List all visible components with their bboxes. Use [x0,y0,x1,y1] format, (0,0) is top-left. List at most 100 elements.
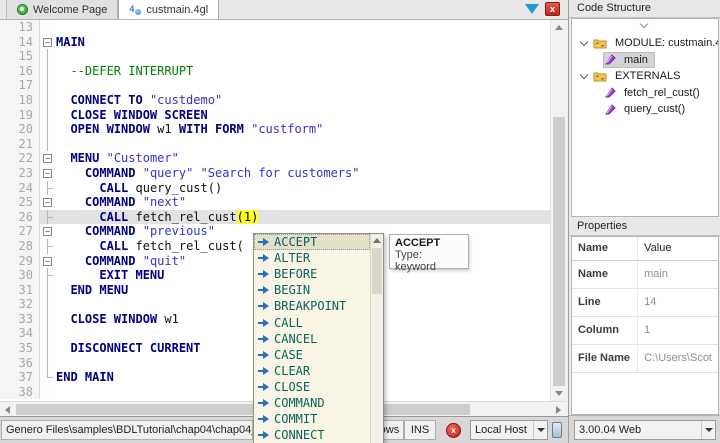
fold-collapse-icon[interactable]: − [43,257,52,266]
code-text[interactable]: CONNECT TO "custdemo" [56,93,565,108]
editor-line[interactable]: 26 CALL fetch_rel_cust(1) [0,210,565,225]
host-selector[interactable]: Local Host [470,420,548,440]
scroll-up-button[interactable] [371,234,383,247]
code-text[interactable] [56,20,565,35]
tab-custmain-4gl[interactable]: custmain.4gl [118,0,219,19]
tree-node-content[interactable]: EXTERNALS [592,69,686,83]
editor-line[interactable]: 14−MAIN [0,35,565,50]
editor-line[interactable]: 13 [0,20,565,35]
error-status-icon[interactable]: x [446,423,461,438]
code-segment: CONNECT TO [70,93,142,107]
scroll-up-button[interactable] [551,20,567,35]
tree-node[interactable]: fetch_rel_cust() [572,85,718,102]
code-text[interactable]: COMMAND "query" "Search for customers" [56,166,565,181]
version-selector[interactable]: 3.00.04 Web [574,420,716,440]
code-text[interactable]: MENU "Customer" [56,151,565,166]
tree-node-content[interactable]: query_cust() [604,102,691,116]
code-text[interactable] [56,49,565,64]
code-text[interactable] [56,78,565,93]
editor-line[interactable]: 22− MENU "Customer" [0,151,565,166]
close-tab-button[interactable]: x [545,2,560,16]
tree-node[interactable]: MODULE: custmain.4gl [572,35,718,52]
completion-item[interactable]: ALTER [254,250,370,266]
property-value-cell[interactable]: 1 [638,316,718,344]
tree-node[interactable]: EXTERNALS [572,68,718,85]
editor-line[interactable]: 24 CALL query_cust() [0,181,565,196]
fold-collapse-icon[interactable]: − [43,227,52,236]
completion-item[interactable]: COMMAND [254,395,370,411]
completion-item[interactable]: BEFORE [254,266,370,282]
completion-item[interactable]: CLEAR [254,363,370,379]
panel-collapse-icon[interactable] [641,21,648,28]
column-header-name: Name [572,237,638,260]
tree-node[interactable]: query_cust() [572,101,718,118]
completion-item[interactable]: CANCEL [254,331,370,347]
tree-node[interactable]: main [572,52,718,69]
fold-collapse-icon[interactable]: − [43,154,52,163]
code-text[interactable]: CALL fetch_rel_cust(1) [56,210,565,225]
fold-collapse-icon[interactable]: − [43,38,52,47]
code-text[interactable]: OPEN WINDOW w1 WITH FORM "custform" [56,122,565,137]
code-structure-header: Code Structure [569,0,720,18]
editor-line[interactable]: 21 [0,137,565,152]
device-icon[interactable] [552,422,562,438]
fold-toggle[interactable]: − [40,195,56,210]
code-text[interactable]: CALL query_cust() [56,181,565,196]
property-value-cell[interactable]: main [638,260,718,288]
completion-scrollbar[interactable] [370,234,383,443]
tree-expand-chevron-icon[interactable] [580,72,589,81]
scroll-right-button[interactable] [551,402,566,417]
code-text[interactable] [56,137,565,152]
completion-item[interactable]: BEGIN [254,282,370,298]
completion-tooltip: ACCEPT Type: keyword [389,234,469,269]
fold-collapse-icon[interactable]: − [43,198,52,207]
completion-item[interactable]: ACCEPT [254,234,370,250]
fold-toggle[interactable]: − [40,166,56,181]
editor-line[interactable]: 25− COMMAND "next" [0,195,565,210]
editor-line[interactable]: 17 [0,78,565,93]
tab-label: Welcome Page [33,4,107,16]
line-number: 24 [0,181,40,196]
fold-toggle[interactable]: − [40,224,56,239]
tree-expand-chevron-icon[interactable] [580,39,589,48]
tree-node-content[interactable]: main [604,53,654,67]
completion-item[interactable]: CONNECT [254,427,370,443]
fold-collapse-icon[interactable]: − [43,169,52,178]
fold-toggle[interactable]: − [40,35,56,50]
completion-item[interactable]: COMMIT [254,411,370,427]
scroll-down-button[interactable] [551,386,567,401]
completion-item[interactable]: BREAKPOINT [254,298,370,314]
fold-toggle[interactable]: − [40,151,56,166]
completion-item[interactable]: CASE [254,347,370,363]
tooltip-title: ACCEPT [395,237,463,249]
completion-item-label: CANCEL [274,332,317,346]
tab-list-dropdown-icon[interactable] [525,4,539,14]
editor-line[interactable]: 23− COMMAND "query" "Search for customer… [0,166,565,181]
editor-line[interactable]: 18 CONNECT TO "custdemo" [0,93,565,108]
property-value-cell[interactable]: C:\Users\Scot [638,344,718,372]
code-text[interactable]: CLOSE WINDOW SCREEN [56,108,565,123]
editor-line[interactable]: 20 OPEN WINDOW w1 WITH FORM "custform" [0,122,565,137]
tree-node-content[interactable]: MODULE: custmain.4gl [592,36,719,50]
horizontal-scroll-thumb[interactable] [16,404,470,415]
completion-item[interactable]: CALL [254,314,370,330]
fold-toggle[interactable]: − [40,254,56,269]
vertical-scroll-thumb[interactable] [553,117,565,386]
property-value-cell[interactable]: 14 [638,288,718,316]
code-text[interactable]: COMMAND "next" [56,195,565,210]
scroll-left-button[interactable] [0,402,15,417]
editor-line[interactable]: 16 --DEFER INTERRUPT [0,64,565,79]
completion-scroll-thumb[interactable] [372,248,382,294]
code-segment: COMMAND [85,254,136,268]
tab-welcome-page[interactable]: Welcome Page [6,0,118,19]
code-text[interactable]: --DEFER INTERRUPT [56,64,565,79]
editor-vertical-scrollbar[interactable] [550,20,566,401]
editor-line[interactable]: 19 CLOSE WINDOW SCREEN [0,108,565,123]
editor-line[interactable]: 15 [0,49,565,64]
code-text[interactable]: MAIN [56,35,565,50]
fold-guide [40,312,56,327]
completion-item[interactable]: CLOSE [254,379,370,395]
tree-node-content[interactable]: fetch_rel_cust() [604,86,706,100]
function-icon [605,104,616,115]
line-number: 20 [0,122,40,137]
